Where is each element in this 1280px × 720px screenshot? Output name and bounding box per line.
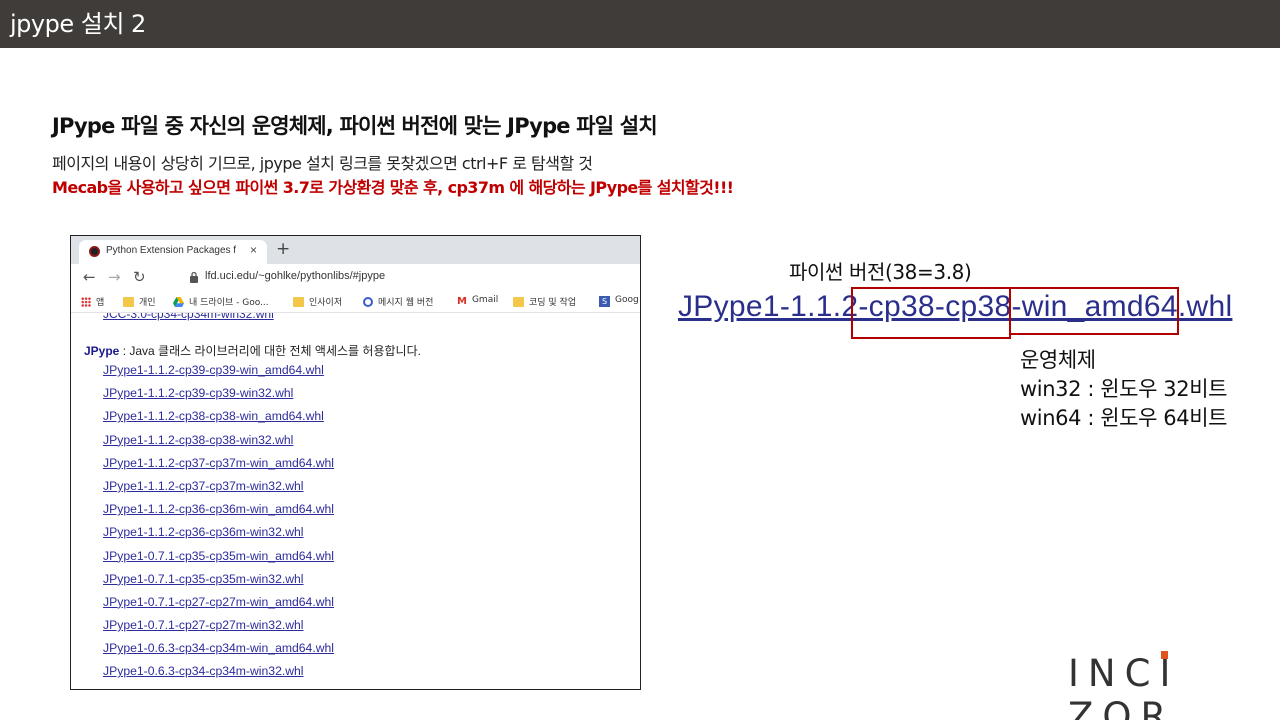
instruction-text: 페이지의 내용이 상당히 기므로, jpype 설치 링크를 못찾겠으면 ctr… [52, 154, 593, 173]
bookmark-messages[interactable]: 메시지 웹 버전 [363, 295, 433, 308]
bookmark-insa[interactable]: 인사이저 [293, 295, 342, 308]
messages-icon [363, 297, 373, 307]
folder-icon [513, 297, 524, 307]
tab-strip: Python Extension Packages for W × + [71, 236, 640, 264]
google-drive-icon [173, 297, 184, 307]
site-icon: S [599, 296, 610, 307]
slide-title: jpype 설치 2 [0, 0, 1280, 48]
download-link[interactable]: JPype1-0.7.1-cp35-cp35m-win_amd64.whl [103, 549, 334, 572]
gmail-icon: M [457, 296, 467, 307]
lock-icon [190, 271, 198, 283]
bookmark-drive[interactable]: 내 드라이브 - Goo... [173, 295, 269, 308]
download-link[interactable]: JPype1-1.1.2-cp38-cp38-win32.whl [103, 433, 334, 456]
os-win32: win32 : 윈도우 32비트 [1020, 377, 1228, 401]
browser-screenshot: Python Extension Packages for W × + ← → … [70, 235, 641, 690]
download-link[interactable]: JPype1-1.1.2-cp36-cp36m-win_amd64.whl [103, 502, 334, 525]
jcc-link[interactable]: JCC-3.0-cp34-cp34m-win32.whl [103, 313, 274, 321]
os-highlight-box [1009, 287, 1179, 335]
bookmark-gmail[interactable]: M Gmail [457, 295, 498, 307]
download-link[interactable]: JPype1-1.1.2-cp39-cp39-win_amd64.whl [103, 363, 334, 386]
os-win64: win64 : 윈도우 64비트 [1020, 406, 1228, 430]
browser-tab[interactable]: Python Extension Packages for W × [79, 240, 267, 264]
section-description: : Java 클래스 라이브러리에 대한 전체 액세스를 허용합니다. [122, 344, 421, 358]
download-link[interactable]: JPype1-0.7.1-cp27-cp27m-win_amd64.whl [103, 595, 334, 618]
download-link[interactable]: JPype1-1.1.2-cp37-cp37m-win32.whl [103, 479, 334, 502]
download-link[interactable]: JPype1-0.7.1-cp27-cp27m-win32.whl [103, 618, 334, 641]
bookmark-google[interactable]: S Goog [599, 295, 639, 307]
forward-arrow-icon[interactable]: → [108, 268, 121, 286]
incizor-logo: INC IZOR [1068, 651, 1180, 720]
page-content: JCC-3.0-cp34-cp34m-win32.whl JPype : Jav… [71, 313, 640, 689]
tab-title: Python Extension Packages for W [106, 245, 236, 256]
download-link[interactable]: JPype1-0.7.1-cp35-cp35m-win32.whl [103, 572, 334, 595]
browser-toolbar: ← → ↻ lfd.uci.edu/~gohlke/pythonlibs/#jp… [71, 264, 640, 291]
close-icon[interactable]: × [250, 243, 257, 257]
download-link[interactable]: JPype1-1.1.2-cp36-cp36m-win32.whl [103, 525, 334, 548]
warning-text: Mecab을 사용하고 싶으면 파이썬 3.7로 가상환경 맞춘 후, cp37… [52, 178, 734, 197]
site-favicon-icon [89, 246, 100, 257]
address-bar[interactable]: lfd.uci.edu/~gohlke/pythonlibs/#jpype [205, 270, 385, 282]
bookmarks-bar: 앱 개인 내 드라이브 - Goo... 인사이저 메시지 웹 버전 M Gmai… [71, 291, 640, 313]
download-link[interactable]: JPype1-1.1.2-cp39-cp39-win32.whl [103, 386, 334, 409]
bookmark-apps[interactable]: 앱 [81, 295, 104, 308]
download-link[interactable]: JPype1-0.6.3-cp34-cp34m-win_amd64.whl [103, 641, 334, 664]
python-version-highlight-box [851, 287, 1011, 339]
download-link[interactable]: JPype1-1.1.2-cp38-cp38-win_amd64.whl [103, 409, 334, 432]
bookmark-coding[interactable]: 코딩 및 작업 [513, 295, 576, 308]
logo-accent-dot [1161, 651, 1169, 659]
section-name: JPype [84, 344, 120, 358]
main-heading: JPype 파일 중 자신의 운영체제, 파이썬 버전에 맞는 JPype 파일… [52, 114, 658, 138]
folder-icon [123, 297, 134, 307]
jpype-section-title: JPype : Java 클래스 라이브러리에 대한 전체 액세스를 허용합니다… [84, 342, 421, 359]
download-link[interactable]: JPype1-1.1.2-cp37-cp37m-win_amd64.whl [103, 456, 334, 479]
new-tab-icon[interactable]: + [276, 239, 290, 259]
apps-grid-icon [81, 297, 91, 307]
download-link[interactable]: JPype1-0.6.3-cp34-cp34m-win32.whl [103, 664, 334, 687]
python-version-label: 파이썬 버전(38=3.8) [789, 260, 972, 284]
os-explanation: 운영체제 win32 : 윈도우 32비트 win64 : 윈도우 64비트 [1020, 346, 1227, 433]
back-arrow-icon[interactable]: ← [83, 268, 96, 286]
folder-icon [293, 297, 304, 307]
os-title: 운영체제 [1020, 348, 1096, 372]
bookmark-personal[interactable]: 개인 [123, 295, 156, 308]
reload-icon[interactable]: ↻ [133, 268, 146, 286]
jpype-download-list: JPype1-1.1.2-cp39-cp39-win_amd64.whl JPy… [103, 363, 334, 688]
